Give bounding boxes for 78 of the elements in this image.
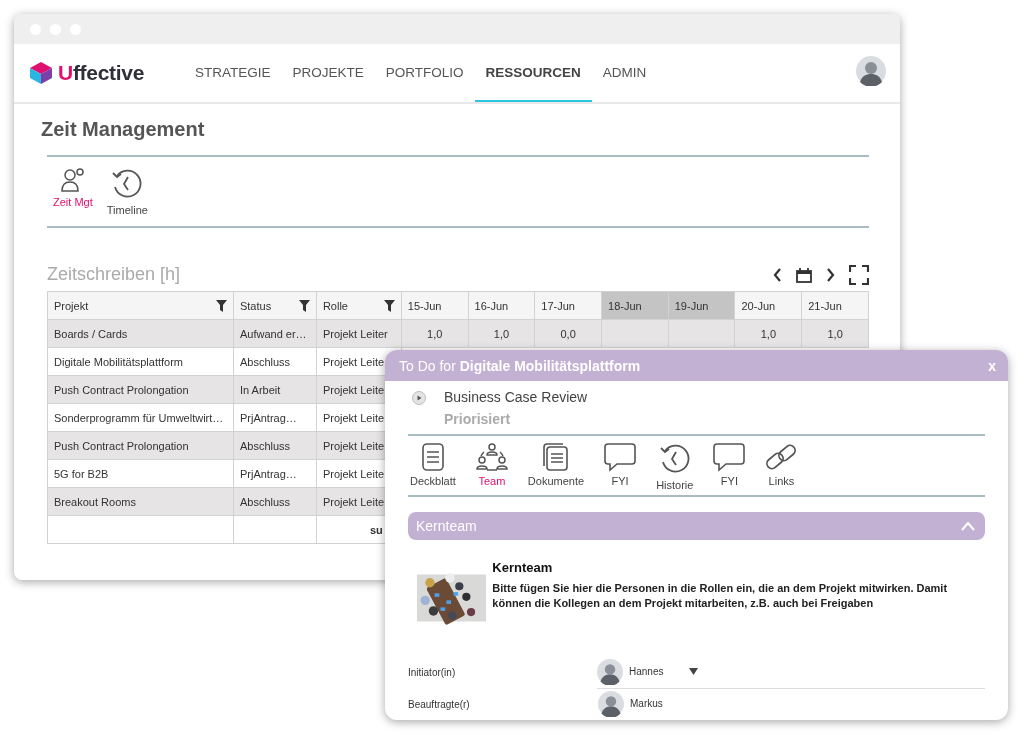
table-cell: Abschluss bbox=[233, 347, 317, 376]
date-header: 15-Jun bbox=[401, 291, 469, 320]
person-avatar bbox=[598, 690, 624, 717]
play-icon[interactable] bbox=[412, 391, 426, 405]
chevron-right-icon[interactable] bbox=[826, 268, 835, 282]
nav-tab[interactable]: STRATEGIE bbox=[184, 44, 282, 102]
dialog-tab[interactable]: Historie bbox=[656, 442, 694, 491]
table-cell: Sonderprogramm für Umweltwirt… bbox=[47, 403, 234, 432]
nav-tab[interactable]: ADMIN bbox=[591, 44, 658, 102]
filter-icon[interactable] bbox=[215, 299, 227, 312]
person-avatar bbox=[597, 658, 623, 685]
document-icon bbox=[420, 442, 445, 472]
dialog-tab[interactable]: Deckblatt bbox=[410, 442, 456, 491]
hours-cell: 1,0 bbox=[468, 319, 535, 348]
table-cell: Abschluss bbox=[233, 431, 317, 460]
history-icon bbox=[657, 442, 692, 476]
table-cell: Boards / Cards bbox=[47, 319, 234, 348]
date-header: 19-Jun bbox=[668, 291, 735, 320]
table-cell: Push Contract Prolongation bbox=[47, 375, 234, 404]
hours-cell: 1,0 bbox=[401, 319, 469, 348]
field-label: Initiator(in) bbox=[408, 666, 457, 678]
filter-icon[interactable] bbox=[298, 299, 310, 312]
person-name: Hannes bbox=[629, 666, 664, 677]
nav-tab[interactable]: RESSOURCEN bbox=[474, 44, 592, 102]
toolbar-button[interactable]: Timeline bbox=[106, 167, 148, 216]
field-label: Beauftragte(r) bbox=[408, 698, 471, 710]
dialog-tab[interactable]: FYI bbox=[713, 442, 746, 491]
fullscreen-icon[interactable] bbox=[849, 265, 869, 285]
speech-icon bbox=[713, 442, 746, 472]
hours-cell: 1,0 bbox=[735, 319, 802, 348]
dialog-tab[interactable]: Dokumente bbox=[527, 442, 585, 491]
date-header: 20-Jun bbox=[735, 291, 802, 320]
hours-cell: 0,0 bbox=[534, 319, 602, 348]
nav-tab[interactable]: PORTFOLIO bbox=[374, 44, 475, 102]
person-clock-icon bbox=[59, 167, 86, 193]
calendar-icon[interactable] bbox=[796, 267, 812, 283]
date-header: 16-Jun bbox=[468, 291, 535, 320]
column-header: Status bbox=[239, 299, 272, 312]
dialog-tab[interactable]: Links bbox=[765, 442, 798, 491]
table-cell: Projekt Leiter bbox=[316, 319, 402, 348]
page-title: Zeit Management bbox=[41, 118, 206, 141]
column-header: Rolle bbox=[322, 299, 348, 312]
table-cell: PrjAntrag… bbox=[233, 403, 317, 432]
task-title: Business Case Review bbox=[444, 389, 588, 405]
table-cell: Abschluss bbox=[233, 487, 317, 516]
logo-icon bbox=[28, 61, 54, 85]
dialog-title: To Do for Digitale Mobilitätsplattform bbox=[399, 357, 642, 374]
task-status: Priorisiert bbox=[444, 411, 512, 427]
table-cell: Breakout Rooms bbox=[47, 487, 234, 516]
table-cell: 5G for B2B bbox=[47, 459, 234, 488]
speech-icon bbox=[604, 442, 637, 472]
nav-tab[interactable]: PROJEKTE bbox=[281, 44, 375, 102]
filter-icon[interactable] bbox=[383, 299, 395, 312]
logo-text: Uffective bbox=[58, 61, 144, 85]
date-header: 21-Jun bbox=[801, 291, 869, 320]
team-icon bbox=[475, 442, 508, 472]
chevron-left-icon[interactable] bbox=[773, 268, 782, 282]
hours-cell: 1,0 bbox=[801, 319, 869, 348]
section-title: Zeitschreiben [h] bbox=[47, 264, 181, 285]
table-cell: Push Contract Prolongation bbox=[47, 431, 234, 460]
column-header: Projekt bbox=[54, 299, 89, 312]
link-icon bbox=[765, 442, 798, 472]
dialog-tab[interactable]: Team bbox=[475, 442, 508, 491]
section-title: Kernteam bbox=[416, 518, 478, 534]
avatar bbox=[856, 56, 886, 86]
documents-icon bbox=[541, 442, 571, 472]
person-name: Markus bbox=[630, 698, 663, 709]
table-cell: In Arbeit bbox=[233, 375, 317, 404]
dropdown-caret-icon[interactable] bbox=[689, 668, 699, 675]
card-text: Bitte fügen Sie hier die Personen in die Rollen ein, die an dem Projekt mitwirken. Damit können die Kollegen an dem Projekt mitarbeiten, z.B. auch bei Freigaben bbox=[492, 581, 949, 612]
date-header: 17-Jun bbox=[534, 291, 602, 320]
table-cell: PrjAntrag… bbox=[233, 459, 317, 488]
table-cell: Digitale Mobilitätsplattform bbox=[47, 347, 234, 376]
card-heading: Kernteam bbox=[492, 560, 554, 575]
date-header: 18-Jun bbox=[601, 291, 669, 320]
toolbar-button[interactable]: Zeit Mgt bbox=[53, 167, 93, 216]
table-cell: Aufwand er… bbox=[233, 319, 317, 348]
dialog-tab[interactable]: FYI bbox=[604, 442, 637, 491]
